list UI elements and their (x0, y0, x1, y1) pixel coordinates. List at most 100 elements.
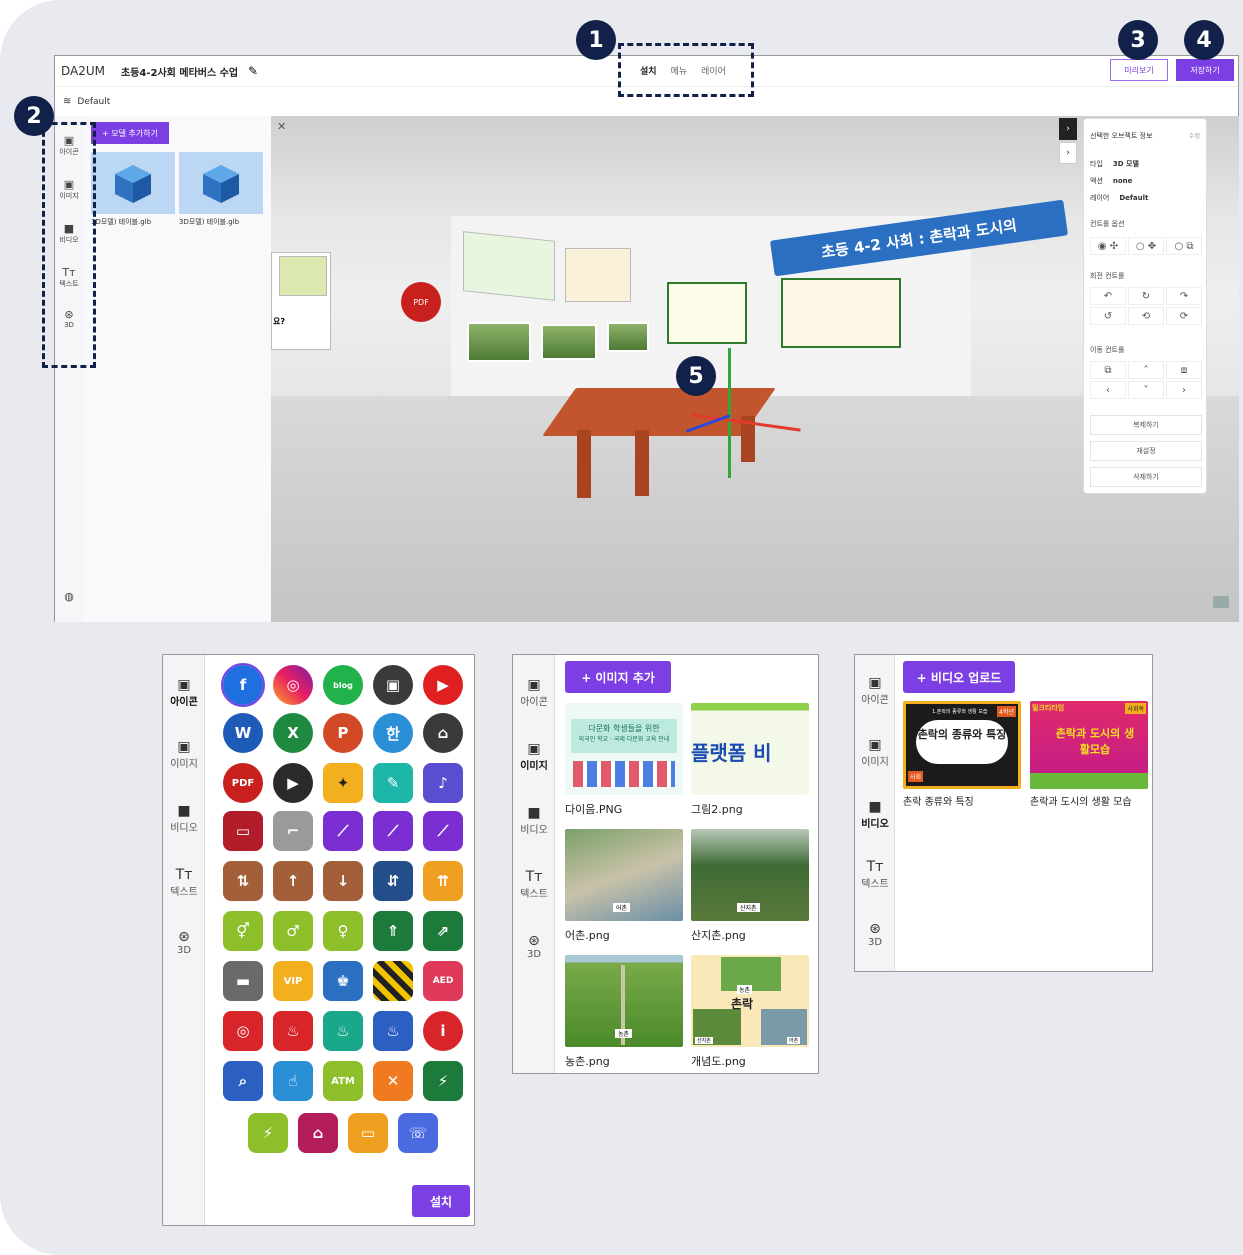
youtube-icon[interactable]: ▶ (423, 665, 463, 705)
elevator-up-icon[interactable]: ↑ (273, 861, 313, 901)
wall-photo[interactable] (607, 322, 649, 352)
screenshot-icon[interactable] (1213, 596, 1229, 608)
rail-text[interactable]: Tт 텍스트 (513, 869, 555, 900)
rail-3d[interactable]: ⊛ 3D (855, 921, 895, 948)
rotate-icon[interactable]: ↺ (1090, 307, 1126, 325)
wall-panel[interactable] (781, 278, 901, 348)
word-icon[interactable]: W (223, 713, 263, 753)
chevron-right-icon[interactable]: › (1166, 381, 1202, 399)
exit-door-icon[interactable]: ⇑ (373, 911, 413, 951)
rail-image[interactable]: ▣ 이미지 (855, 737, 895, 768)
info-icon[interactable]: i (423, 1011, 463, 1051)
restroom-icon[interactable]: ⚥ (223, 911, 263, 951)
hangul-icon[interactable]: 한 (373, 713, 413, 753)
escalator-up-icon[interactable]: ⟋ (373, 811, 413, 851)
image-thumb[interactable]: 농촌 촌락 산지촌 어촌 (691, 955, 809, 1047)
model-card[interactable] (179, 152, 263, 214)
caution-icon[interactable] (373, 961, 413, 1001)
freight-elevator-icon[interactable]: ⇵ (373, 861, 413, 901)
rail-icon[interactable]: ▣ 아이콘 (513, 677, 555, 708)
smoking-icon[interactable]: ▬ (223, 961, 263, 1001)
aed-icon[interactable]: AED (423, 961, 463, 1001)
pdf-icon[interactable]: PDF (401, 282, 441, 322)
properties-edit[interactable]: 수정 (1189, 131, 1200, 140)
move-mode-radio[interactable]: ◉ ✣ (1090, 237, 1126, 255)
extinguisher-blue-icon[interactable]: ♨ (373, 1011, 413, 1051)
upload-video-button[interactable]: + 비디오 업로드 (903, 661, 1015, 693)
model-card[interactable] (91, 152, 175, 214)
rail-3d[interactable]: ⊛ 3D (163, 929, 205, 956)
fire-extinguisher-icon[interactable]: ♨ (273, 1011, 313, 1051)
rotate-icon[interactable]: ↶ (1090, 287, 1126, 305)
add-image-button[interactable]: + 이미지 추가 (565, 661, 671, 693)
fire-alarm-icon[interactable]: ◎ (223, 1011, 263, 1051)
save-button[interactable]: 저장하기 (1176, 59, 1234, 81)
men-restroom-icon[interactable]: ♂ (273, 911, 313, 951)
microphone-icon[interactable]: ✎ (373, 763, 413, 803)
women-restroom-icon[interactable]: ♀ (323, 911, 363, 951)
edit-title-icon[interactable]: ✎ (248, 64, 258, 78)
close-icon[interactable]: ✕ (277, 120, 286, 133)
video-thumb[interactable]: 밀크티타임 사회쏙 촌락과 도시의 생활모습 (1030, 701, 1148, 789)
escalator-down-icon[interactable]: ⟋ (423, 811, 463, 851)
charging-icon[interactable]: ⚡ (423, 1061, 463, 1101)
add-model-button[interactable]: + 모델 추가하기 (91, 122, 169, 144)
scale-mode-radio[interactable]: ○ ⧉ (1166, 237, 1202, 255)
elevator-alt-icon[interactable]: ⇈ (423, 861, 463, 901)
rotate-icon[interactable]: ↷ (1166, 287, 1202, 305)
image-thumb[interactable]: 다문화 학생들을 위한 외국인 학교 · 국제 다문화 교육 안내 (565, 703, 683, 795)
panel-toggle-icon[interactable]: › (1059, 118, 1077, 140)
rail-text[interactable]: Tт 텍스트 (163, 867, 205, 898)
stairs-icon[interactable]: ⌐ (273, 811, 313, 851)
chevron-down-icon[interactable]: ˅ (1128, 381, 1164, 399)
rail-video[interactable]: ■ 비디오 (855, 799, 895, 830)
rail-icon[interactable]: ▣ 아이콘 (855, 675, 895, 706)
reset-button[interactable]: 재설정 (1090, 441, 1202, 461)
pdf-icon[interactable]: PDF (223, 763, 263, 803)
wall-panel[interactable] (565, 248, 631, 302)
projector-icon[interactable]: ▭ (223, 811, 263, 851)
image-thumb[interactable]: 산지촌 (691, 829, 809, 921)
image-thumb[interactable]: 플랫폼 비 (691, 703, 809, 795)
layers-icon[interactable]: ≋ (63, 96, 71, 107)
rotate-icon[interactable]: ⟲ (1128, 307, 1164, 325)
chevron-up-icon[interactable]: ˄ (1128, 361, 1164, 379)
rail-image[interactable]: ▣ 이미지 (513, 741, 555, 772)
speaker-icon[interactable]: ♪ (423, 763, 463, 803)
duplicate-button[interactable]: 복제하기 (1090, 415, 1202, 435)
wall-panel[interactable] (463, 231, 555, 301)
globe-icon[interactable]: ◍ (55, 590, 83, 603)
rotate-mode-radio[interactable]: ○ ✥ (1128, 237, 1164, 255)
elevator-down-icon[interactable]: ↓ (323, 861, 363, 901)
restaurant-icon[interactable]: ✕ (373, 1061, 413, 1101)
rail-video[interactable]: ■ 비디오 (163, 803, 205, 834)
touch-icon[interactable]: ☝ (273, 1061, 313, 1101)
lightning-icon[interactable]: ⚡ (248, 1113, 288, 1153)
expand-icon[interactable]: › (1059, 142, 1077, 164)
blog-icon[interactable]: blog (323, 665, 363, 705)
install-button[interactable]: 설치 (412, 1185, 470, 1217)
image-thumb[interactable]: 어촌 (565, 829, 683, 921)
escalator-icon[interactable]: ⟋ (323, 811, 363, 851)
bank-icon[interactable]: ⌂ (298, 1113, 338, 1153)
rail-image[interactable]: ▣ 이미지 (163, 739, 205, 770)
rotate-icon[interactable]: ⟳ (1166, 307, 1202, 325)
current-layer[interactable]: Default (77, 97, 110, 107)
extinguisher-green-icon[interactable]: ♨ (323, 1011, 363, 1051)
powerpoint-icon[interactable]: P (323, 713, 363, 753)
instagram-icon[interactable]: ◎ (273, 665, 313, 705)
emergency-exit-icon[interactable]: ⇗ (423, 911, 463, 951)
vip-icon[interactable]: VIP (273, 961, 313, 1001)
chevron-left-icon[interactable]: ‹ (1090, 381, 1126, 399)
facebook-icon[interactable]: f (221, 663, 265, 707)
image-thumb[interactable]: 농촌 (565, 955, 683, 1047)
wall-photo[interactable] (467, 322, 531, 362)
locker-icon[interactable]: ▭ (348, 1113, 388, 1153)
atm-icon[interactable]: ATM (323, 1061, 363, 1101)
excel-icon[interactable]: X (273, 713, 313, 753)
rail-icon[interactable]: ▣ 아이콘 (163, 677, 205, 708)
information-desk-icon[interactable]: ♚ (323, 961, 363, 1001)
home-icon[interactable]: ⌂ (423, 713, 463, 753)
play-icon[interactable]: ▶ (273, 763, 313, 803)
phone-icon[interactable]: ☏ (398, 1113, 438, 1153)
